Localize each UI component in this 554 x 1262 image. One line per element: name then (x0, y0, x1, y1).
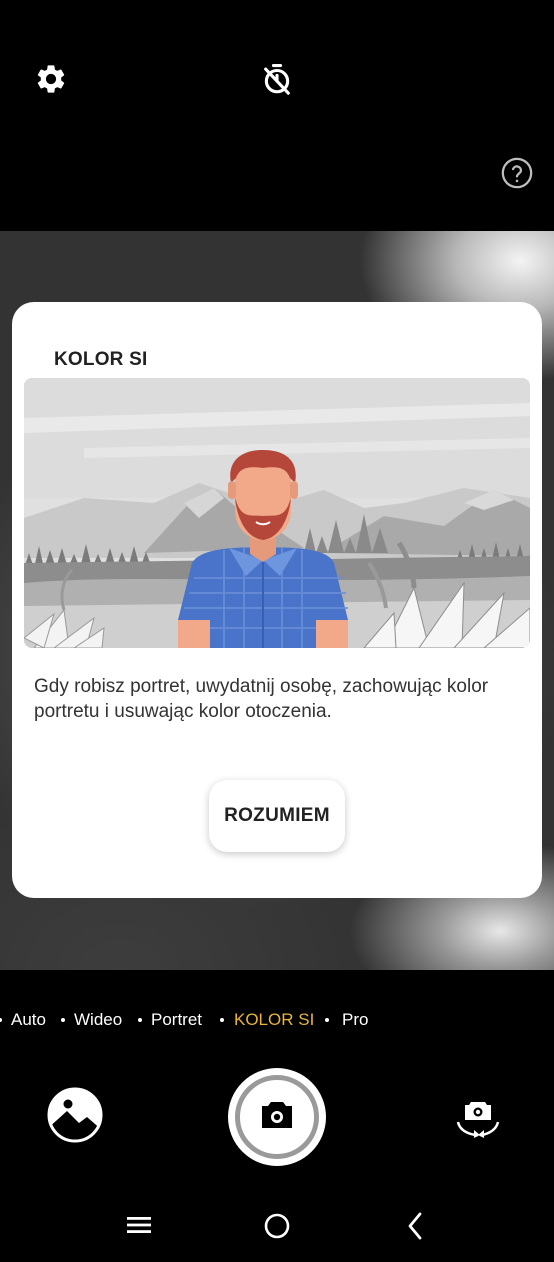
mode-separator-dot (138, 1018, 142, 1022)
mode-separator-dot (325, 1018, 329, 1022)
camera-mode-selector: Auto Wideo Portret KOLOR SI Pro (0, 1005, 554, 1035)
home-circle-icon[interactable] (263, 1212, 291, 1240)
gear-icon[interactable] (33, 61, 69, 97)
mode-pro[interactable]: Pro (342, 1010, 368, 1030)
mode-portret[interactable]: Portret (151, 1010, 202, 1030)
mode-separator-dot (0, 1018, 2, 1022)
mode-kolor-si[interactable]: KOLOR SI (234, 1010, 314, 1030)
help-circle-icon[interactable] (499, 155, 535, 191)
mode-auto[interactable]: Auto (11, 1010, 46, 1030)
mode-separator-dot (220, 1018, 224, 1022)
feature-dialog: KOLOR SI Gdy robisz portret, uwydatnij o… (12, 302, 542, 898)
system-nav-bar (0, 1190, 554, 1262)
top-bar (0, 0, 554, 231)
shutter-button[interactable] (228, 1068, 326, 1166)
timer-off-icon[interactable] (258, 60, 296, 98)
got-it-button[interactable]: ROZUMIEM (209, 780, 345, 852)
mode-wideo[interactable]: Wideo (74, 1010, 122, 1030)
flip-camera-icon[interactable] (454, 1098, 502, 1138)
chevron-left-icon[interactable] (404, 1210, 426, 1242)
dialog-title: KOLOR SI (54, 349, 148, 370)
menu-icon[interactable] (126, 1214, 152, 1236)
shutter-ring (235, 1075, 319, 1159)
dialog-description: Gdy robisz portret, uwydatnij osobę, zac… (34, 676, 489, 722)
mode-separator-dot (61, 1018, 65, 1022)
portrait-illustration (24, 378, 530, 648)
gallery-icon[interactable] (47, 1087, 103, 1143)
